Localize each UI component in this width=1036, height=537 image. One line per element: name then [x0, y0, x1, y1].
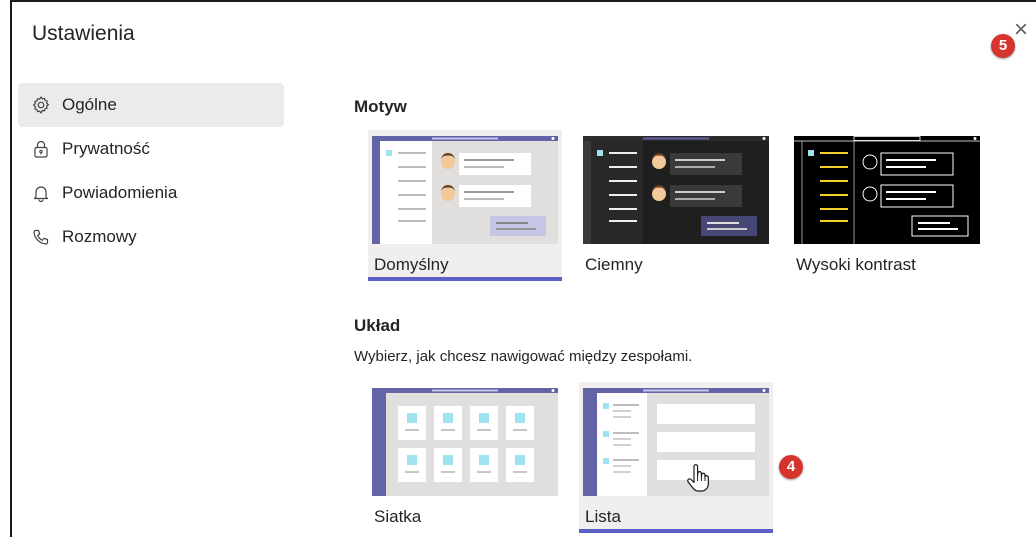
theme-dark-preview: [583, 136, 769, 244]
sidebar-item-privacy[interactable]: Prywatność: [18, 127, 284, 171]
step-badge-4: 4: [779, 455, 803, 479]
layout-section-title: Układ: [354, 316, 401, 335]
close-icon[interactable]: ×: [1014, 18, 1036, 42]
sidebar-item-label: Ogólne: [62, 95, 117, 114]
layout-option-label: Siatka: [374, 507, 422, 526]
selected-indicator: [579, 529, 773, 533]
theme-section-title: Motyw: [354, 97, 407, 116]
sidebar-item-label: Prywatność: [62, 139, 150, 158]
layout-option-list[interactable]: Lista: [579, 382, 773, 533]
theme-option-default[interactable]: Domyślny: [368, 130, 562, 281]
settings-nav: Ogólne Prywatność Powiadomienia Rozmowy: [18, 83, 284, 259]
sidebar-item-calls[interactable]: Rozmowy: [18, 215, 284, 259]
hand-cursor-icon: [687, 464, 709, 492]
theme-option-label: Wysoki kontrast: [796, 255, 916, 274]
lock-icon: [30, 138, 52, 160]
bell-icon: [30, 182, 52, 204]
layout-description: Wybierz, jak chcesz nawigować między zes…: [354, 348, 693, 365]
layout-option-label: Lista: [585, 507, 621, 526]
sidebar-item-label: Powiadomienia: [62, 183, 178, 202]
theme-option-dark[interactable]: Ciemny: [579, 130, 773, 281]
gear-icon: [30, 94, 52, 116]
dialog-title: Ustawienia: [32, 22, 135, 45]
theme-option-label: Domyślny: [374, 255, 449, 274]
sidebar-item-notifications[interactable]: Powiadomienia: [18, 171, 284, 215]
theme-option-label: Ciemny: [585, 255, 643, 274]
sidebar-item-general[interactable]: Ogólne: [18, 83, 284, 127]
sidebar-item-label: Rozmowy: [62, 227, 137, 246]
step-badge-5: 5: [991, 34, 1015, 58]
phone-icon: [30, 226, 52, 248]
layout-grid-preview: [372, 388, 558, 496]
layout-list-preview: [583, 388, 769, 496]
layout-option-grid[interactable]: Siatka: [368, 382, 562, 533]
theme-default-preview: [372, 136, 558, 244]
theme-high-contrast-preview: [794, 136, 980, 244]
theme-option-high-contrast[interactable]: Wysoki kontrast: [790, 130, 984, 281]
selected-indicator: [368, 277, 562, 281]
